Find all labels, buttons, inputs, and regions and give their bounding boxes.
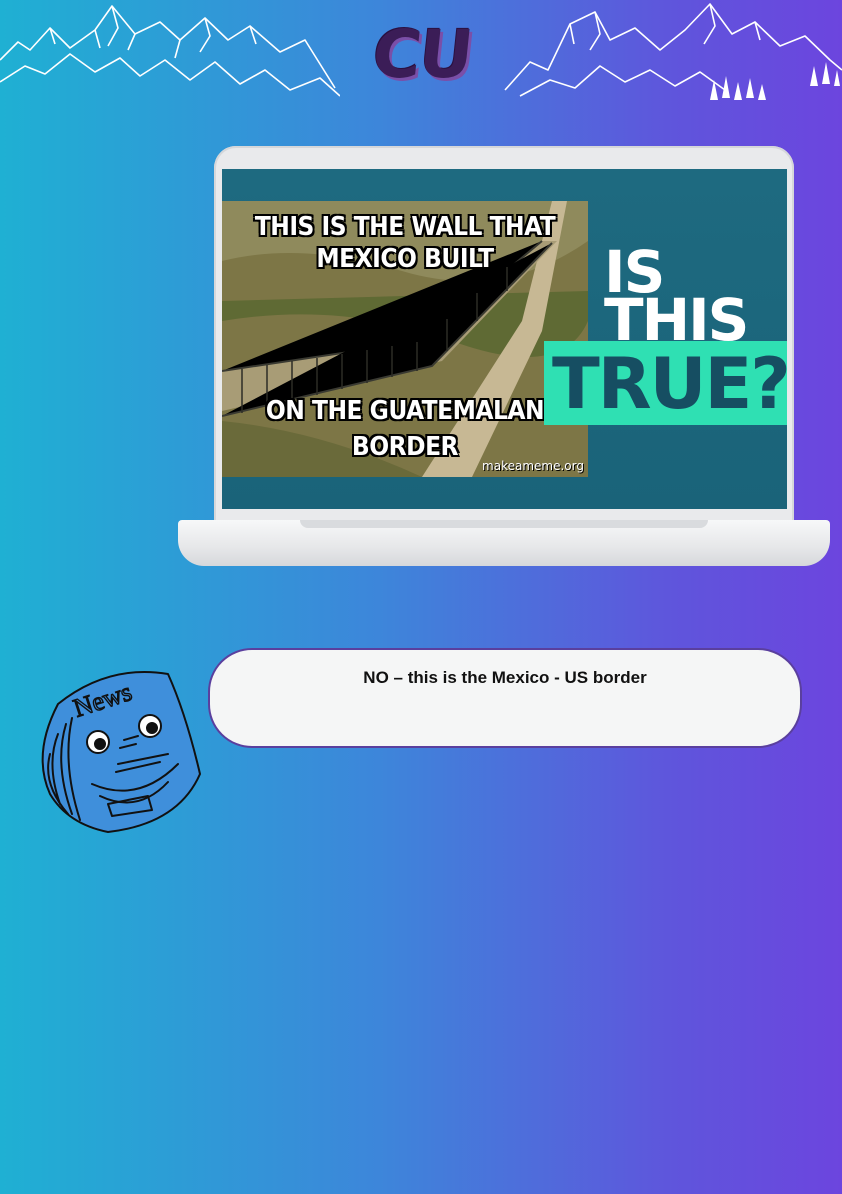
meme-bottom-line-1: ON THE GUATEMALAN [265, 396, 545, 426]
question-line-2: THIS [604, 286, 749, 354]
meme-image: THIS IS THE WALL THAT MEXICO BUILT ON TH… [222, 201, 588, 477]
meme-top-line-1: THIS IS THE WALL THAT [254, 212, 556, 242]
speech-bubble: NO – this is the Mexico - US border [208, 648, 802, 748]
news-character-illustration: News [41, 671, 201, 833]
meme-credit: makeameme.org [482, 459, 584, 473]
mountains-right-illustration [504, 3, 842, 100]
meme-top-line-2: MEXICO BUILT [316, 244, 494, 274]
cu-logo: CU [368, 15, 476, 93]
question-line-3: TRUE? [552, 343, 787, 425]
meme-bottom-text: ON THE GUATEMALAN BORDER [222, 393, 588, 465]
laptop-trackpad-notch [300, 520, 708, 528]
meme-top-text: THIS IS THE WALL THAT MEXICO BUILT [222, 211, 588, 275]
speech-bubble-text: NO – this is the Mexico - US border [363, 668, 647, 687]
laptop-screen: THIS IS THE WALL THAT MEXICO BUILT ON TH… [222, 169, 787, 509]
mountains-left-illustration [0, 5, 340, 97]
